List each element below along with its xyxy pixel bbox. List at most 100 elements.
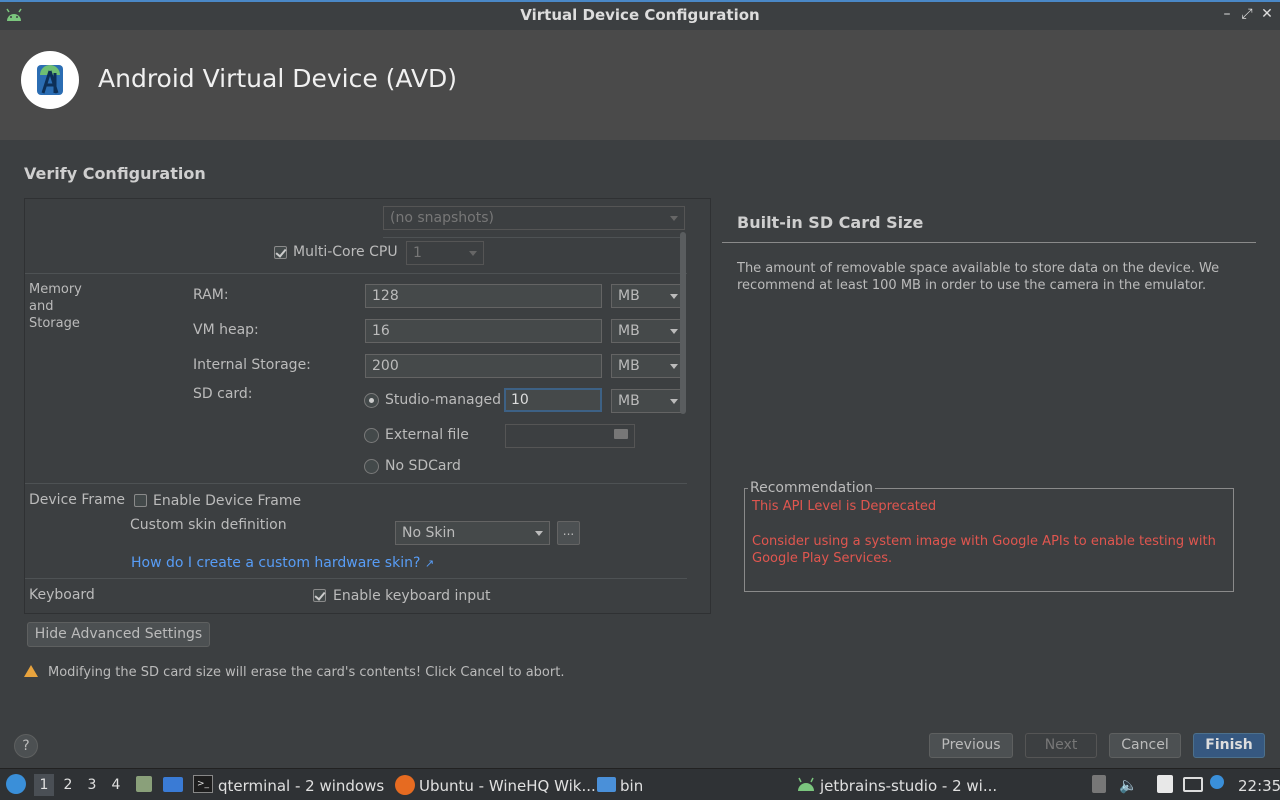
snapshot-select: (no snapshots): [383, 206, 685, 230]
dialog-header: Android Virtual Device (AVD): [0, 30, 1280, 140]
help-button[interactable]: ?: [14, 734, 38, 758]
divider: [383, 237, 685, 238]
folder-icon: [614, 429, 628, 439]
chevron-down-icon: [670, 329, 678, 334]
recommendation-deprecated-text: This API Level is Deprecated: [752, 499, 937, 514]
hide-advanced-settings-button[interactable]: Hide Advanced Settings: [27, 622, 210, 647]
chevron-down-icon: [469, 251, 477, 256]
chevron-down-icon: [670, 294, 678, 299]
recommendation-google-apis-text: Consider using a system image with Googl…: [752, 534, 1216, 566]
sd-studio-managed-label: Studio-managed: [385, 392, 501, 408]
chevron-down-icon: [670, 364, 678, 369]
config-scrollbar[interactable]: [680, 232, 686, 414]
start-menu-icon[interactable]: [6, 774, 26, 794]
divider: [25, 273, 687, 274]
sdcard-label: SD card:: [193, 386, 253, 402]
task-terminal[interactable]: qterminal - 2 windows: [218, 777, 384, 795]
desktop-3[interactable]: 3: [82, 774, 102, 796]
restore-icon[interactable]: ⤢: [1239, 6, 1255, 22]
section-title: Verify Configuration: [24, 164, 206, 183]
divider: [25, 483, 687, 484]
sd-none-radio[interactable]: [364, 459, 379, 474]
internal-storage-input[interactable]: 200: [365, 354, 602, 378]
multicore-label: Multi-Core CPU: [293, 244, 398, 260]
ram-label: RAM:: [193, 287, 229, 303]
info-title: Built-in SD Card Size: [737, 213, 924, 232]
vmheap-unit-value: MB: [618, 323, 640, 339]
firefox-icon: [395, 775, 415, 795]
memory-storage-group-label: Memory and Storage: [29, 282, 82, 331]
task-studio[interactable]: jetbrains-studio - 2 wi...: [820, 777, 997, 795]
ram-unit-value: MB: [618, 288, 640, 304]
window-titlebar: Virtual Device Configuration – ⤢ ✕: [0, 0, 1280, 30]
files-icon[interactable]: [136, 776, 152, 792]
terminal-icon: >_: [193, 775, 213, 793]
sd-warning-text: Modifying the SD card size will erase th…: [48, 665, 565, 680]
sd-size-unit-value: MB: [618, 393, 640, 409]
android-icon: [798, 777, 814, 791]
sd-size-unit-select[interactable]: MB: [611, 389, 685, 413]
vmheap-input[interactable]: 16: [365, 319, 602, 343]
desktop-1[interactable]: 1: [34, 774, 54, 796]
keyboard-group-label: Keyboard: [29, 587, 95, 603]
desktop-4[interactable]: 4: [106, 774, 126, 796]
multicore-select-value: 1: [413, 245, 422, 261]
info-divider: [722, 242, 1256, 243]
enable-keyboard-label: Enable keyboard input: [333, 588, 491, 604]
info-description: The amount of removable space available …: [737, 261, 1220, 293]
multicore-checkbox[interactable]: [274, 246, 287, 259]
ram-unit-select[interactable]: MB: [611, 284, 685, 308]
clipboard-icon[interactable]: [1157, 775, 1173, 793]
minimize-icon[interactable]: –: [1219, 6, 1235, 22]
skin-browse-button[interactable]: ...: [557, 521, 580, 545]
enable-device-frame-checkbox[interactable]: [134, 494, 147, 507]
divider: [25, 578, 687, 579]
sd-studio-managed-radio[interactable]: [364, 393, 379, 408]
sd-external-file-label: External file: [385, 427, 469, 443]
network-icon[interactable]: [1183, 777, 1203, 792]
custom-skin-label: Custom skin definition: [130, 517, 287, 533]
internal-storage-label: Internal Storage:: [193, 357, 311, 373]
notification-icon[interactable]: [1210, 775, 1224, 789]
desktop-2[interactable]: 2: [58, 774, 78, 796]
ram-input[interactable]: 128: [365, 284, 602, 308]
vmheap-unit-select[interactable]: MB: [611, 319, 685, 343]
cancel-button[interactable]: Cancel: [1109, 733, 1181, 758]
show-desktop-icon[interactable]: [163, 777, 183, 792]
sd-size-input[interactable]: 10: [504, 388, 602, 412]
sd-none-label: No SDCard: [385, 458, 461, 474]
next-button: Next: [1025, 733, 1097, 758]
warning-icon: [24, 665, 38, 677]
chevron-down-icon: [535, 531, 543, 536]
header-title: Android Virtual Device (AVD): [98, 64, 458, 93]
sd-external-file-input: [505, 424, 635, 448]
snapshot-select-value: (no snapshots): [390, 210, 494, 226]
finish-button[interactable]: Finish: [1193, 733, 1265, 758]
custom-skin-help-link-text: How do I create a custom hardware skin?: [131, 555, 421, 571]
taskbar: 1 2 3 4 >_ qterminal - 2 windows Ubuntu …: [0, 768, 1280, 800]
sd-external-file-radio[interactable]: [364, 428, 379, 443]
enable-device-frame-label: Enable Device Frame: [153, 493, 302, 509]
volume-icon[interactable]: 🔈: [1119, 776, 1138, 794]
custom-skin-help-link[interactable]: How do I create a custom hardware skin? …: [131, 555, 434, 571]
folder-icon: [597, 777, 616, 792]
clock: 22:35: [1238, 777, 1280, 795]
tray-up-icon[interactable]: [1092, 775, 1106, 793]
chevron-down-icon: [670, 399, 678, 404]
device-frame-group-label: Device Frame: [29, 492, 125, 508]
close-icon[interactable]: ✕: [1259, 6, 1275, 22]
task-firefox[interactable]: Ubuntu - WineHQ Wik...: [419, 777, 596, 795]
sd-warning: Modifying the SD card size will erase th…: [24, 664, 564, 680]
chevron-down-icon: [670, 216, 678, 221]
previous-button[interactable]: Previous: [929, 733, 1013, 758]
multicore-select: 1: [406, 241, 484, 265]
task-folder[interactable]: bin: [620, 777, 643, 795]
external-link-icon: ↗: [424, 557, 435, 570]
internal-storage-unit-value: MB: [618, 358, 640, 374]
skin-select[interactable]: No Skin: [395, 521, 550, 545]
enable-keyboard-checkbox[interactable]: [313, 589, 326, 602]
vmheap-label: VM heap:: [193, 322, 259, 338]
window-title: Virtual Device Configuration: [520, 6, 760, 24]
internal-storage-unit-select[interactable]: MB: [611, 354, 685, 378]
recommendation-legend: Recommendation: [748, 480, 876, 496]
